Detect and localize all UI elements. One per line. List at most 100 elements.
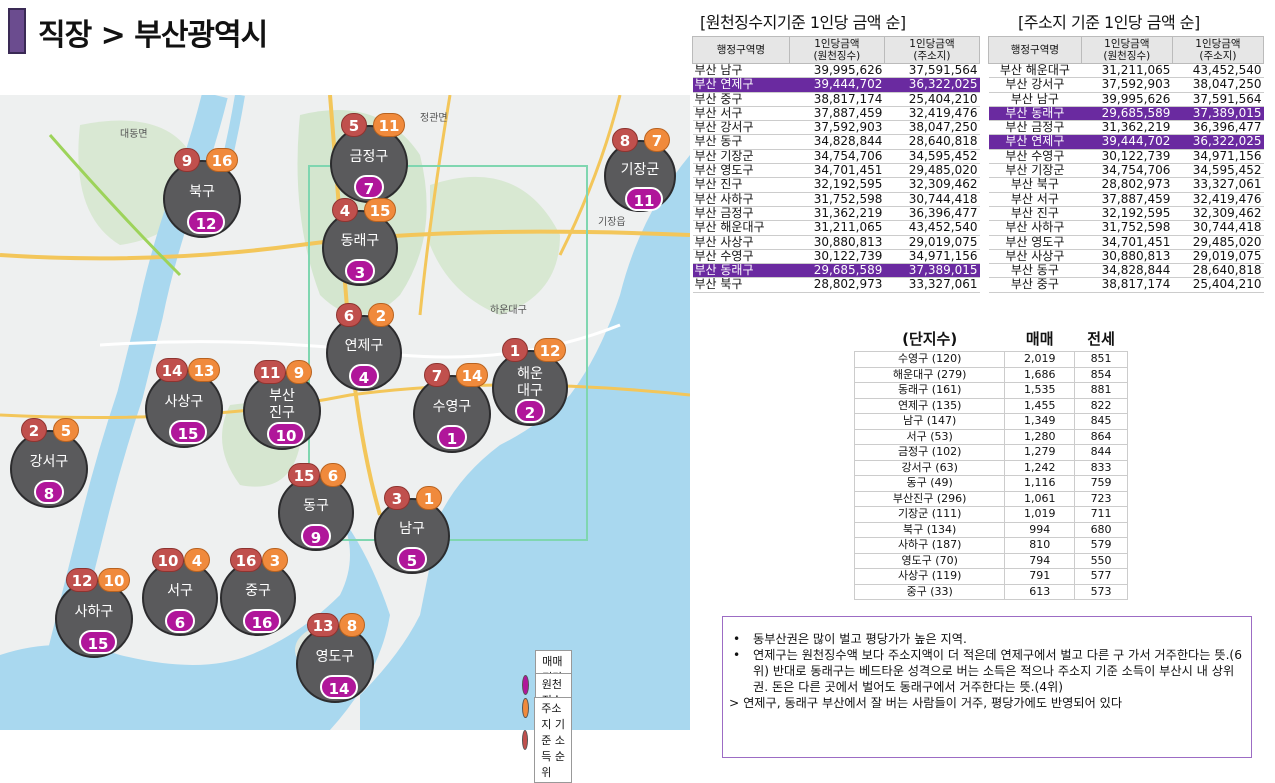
table-row: 동래구 (161) 1,535 881: [853, 382, 1128, 399]
table-row: 부산 서구 37,887,459 32,419,476: [988, 192, 1264, 207]
table-cell: 29,685,589: [1081, 106, 1173, 122]
table-cell: 37,591,564: [884, 63, 980, 79]
table-cell: 34,754,706: [1081, 163, 1173, 179]
table-cell: 613: [1004, 583, 1076, 600]
table-row: 사하구 (187) 810 579: [853, 537, 1128, 554]
table-row: 부산 연제구 39,444,702 36,322,025: [692, 78, 980, 93]
sale-price-rank-badge: 5: [397, 547, 427, 572]
table-cell: 577: [1074, 568, 1128, 585]
table-cell: 부산 기장군: [988, 163, 1082, 179]
table-cell: 동구 (49): [853, 475, 1006, 492]
table-cell: 34,828,844: [1081, 263, 1173, 279]
table-cell: 수영구 (120): [853, 351, 1006, 368]
table-cell: 881: [1074, 382, 1128, 399]
address-income-rank-badge: 2: [21, 418, 47, 442]
note-bullet: • 동부산권은 많이 벌고 평당가가 높은 지역.: [729, 631, 1245, 647]
district-marker: 동구 15 6 9: [278, 463, 354, 551]
address-income-rank-badge: 15: [288, 463, 320, 487]
address-income-rank-badge: 9: [174, 148, 200, 172]
table-cell: 부산 해운대구: [988, 63, 1082, 79]
table-cell: 1,280: [1004, 428, 1076, 445]
table-cell: 28,802,973: [1081, 178, 1173, 193]
district-name: 강서구: [29, 453, 69, 470]
table-cell: 30,122,739: [1081, 149, 1173, 165]
column-header: 1인당금액 (주소지): [1171, 36, 1265, 64]
table-cell: 43,452,540: [1172, 63, 1264, 79]
table-cell: 579: [1074, 537, 1128, 554]
legend-item-address-income: 주소지 기준 소득 순위: [522, 697, 573, 783]
table-cell: 부산 영도구: [988, 235, 1082, 250]
table-cell: 38,817,174: [1081, 278, 1173, 293]
table-cell: 북구 (134): [853, 521, 1006, 538]
table-cell: 25,404,210: [1172, 278, 1264, 293]
table-cell: 부산 사상구: [692, 235, 790, 250]
table-cell: 37,592,903: [1081, 78, 1173, 93]
table-row: 부산 북구 28,802,973 33,327,061: [692, 278, 980, 293]
table-cell: 34,971,156: [1172, 149, 1264, 165]
page-title: 직장 > 부산광역시: [38, 18, 268, 53]
district-name: 기장군: [620, 162, 660, 179]
district-name: 동구: [303, 498, 329, 515]
source-income-rank-badge: 3: [262, 548, 288, 572]
district-marker: 남구 3 1 5: [374, 486, 450, 574]
district-name: 동래구: [340, 233, 380, 250]
table-cell: 부산 서구: [988, 192, 1082, 207]
table-cell: 37,591,564: [1172, 92, 1264, 107]
table-cell: 37,389,015: [1172, 106, 1264, 122]
table-cell: 29,019,075: [1172, 249, 1264, 265]
table-cell: 30,744,418: [884, 192, 980, 207]
source-income-rank-badge: 6: [320, 463, 346, 487]
table-cell: 29,685,589: [789, 263, 885, 279]
table-cell: 남구 (147): [853, 413, 1006, 430]
table-cell: 845: [1074, 413, 1128, 430]
table-cell: 부산 진구: [692, 178, 790, 193]
table-row: 부산 금정구 31,362,219 36,396,477: [692, 206, 980, 222]
table-row: 부산 진구 32,192,595 32,309,462: [692, 178, 980, 193]
table-cell: 31,362,219: [1081, 120, 1173, 136]
table-cell: 2,019: [1004, 351, 1076, 368]
table-cell: 부산 동구: [988, 263, 1082, 279]
table-cell: 810: [1004, 537, 1076, 554]
district-marker: 해운 대구 1 12 2: [492, 338, 568, 426]
table1-title: [원천징수지기준 1인당 금액 순]: [700, 13, 906, 32]
table-row: 부산 동구 34,828,844 28,640,818: [988, 263, 1264, 279]
table-cell: 550: [1074, 552, 1128, 569]
table-cell: 부산 중구: [988, 278, 1082, 293]
table-cell: 해운대구 (279): [853, 366, 1006, 383]
district-marker: 영도구 13 8 14: [296, 613, 374, 703]
column-header: 전세: [1087, 330, 1115, 348]
table-cell: 994: [1004, 521, 1076, 538]
address-income-rank-badge: 16: [230, 548, 262, 572]
sale-price-rank-badge: 7: [354, 175, 384, 200]
table-row: 남구 (147) 1,349 845: [853, 413, 1128, 430]
table-row: 부산 연제구 39,444,702 36,322,025: [988, 135, 1264, 150]
table-cell: 부산 중구: [692, 92, 790, 107]
table-cell: 기장군 (111): [853, 506, 1006, 523]
table-cell: 36,322,025: [1172, 135, 1264, 150]
table-cell: 29,019,075: [884, 235, 980, 250]
district-name: 금정구: [349, 148, 389, 165]
table-row: 금정구 (102) 1,279 844: [853, 444, 1128, 461]
sale-price-rank-badge: 1: [437, 425, 467, 450]
table-row: 수영구 (120) 2,019 851: [853, 351, 1128, 368]
table-cell: 38,817,174: [789, 92, 885, 107]
table-cell: 1,019: [1004, 506, 1076, 523]
table-cell: 37,887,459: [1081, 192, 1173, 207]
district-name: 중구: [245, 583, 271, 600]
source-income-rank-badge: 9: [286, 360, 312, 384]
table-cell: 36,396,477: [1172, 120, 1264, 136]
map-label: 대동면: [120, 129, 148, 140]
income-table-address: 행정구역명 1인당금액 (원천징수) 1인당금액 (주소지) 부산 해운대구 31,211,…: [988, 36, 1265, 293]
table-row: 부산 기장군 34,754,706 34,595,452: [692, 149, 980, 165]
table-cell: 부산 해운대구: [692, 220, 790, 236]
table-cell: 부산 북구: [988, 178, 1082, 193]
sale-price-rank-badge: 16: [243, 609, 281, 634]
table-cell: 33,327,061: [884, 278, 980, 293]
table-cell: 29,485,020: [884, 163, 980, 179]
note-text: 동부산권은 많이 벌고 평당가가 높은 지역.: [753, 632, 967, 646]
table-cell: 금정구 (102): [853, 444, 1006, 461]
district-marker: 부산 진구 11 9 10: [243, 360, 321, 450]
table-cell: 동래구 (161): [853, 382, 1006, 399]
district-marker: 북구 9 16 12: [163, 148, 241, 238]
table-row: 서구 (53) 1,280 864: [853, 428, 1128, 445]
